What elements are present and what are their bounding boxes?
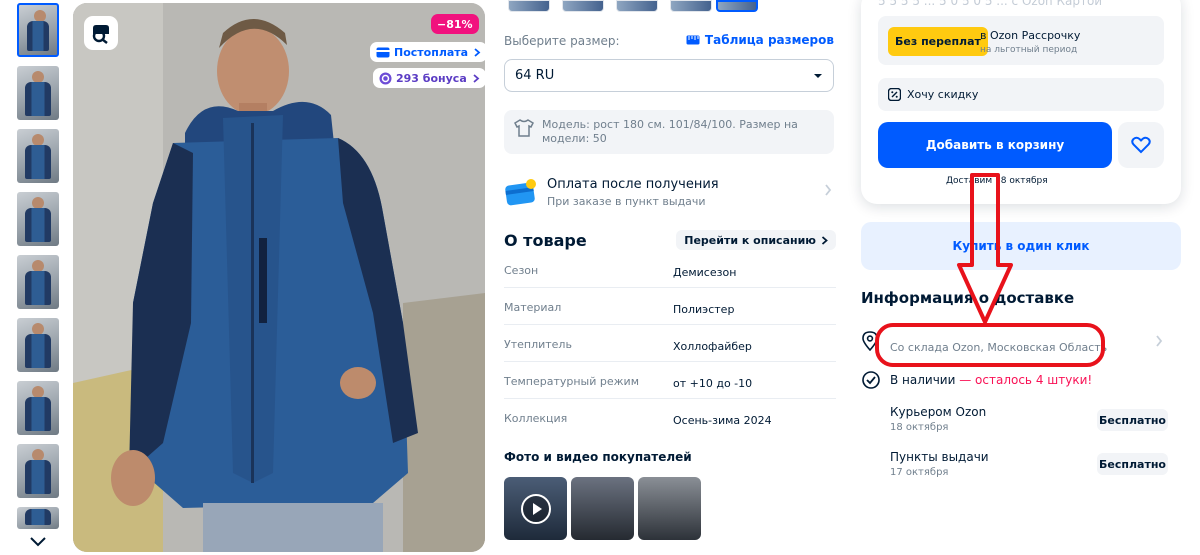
go-to-description-link[interactable]: Перейти к описанию [676,230,836,250]
check-circle-icon [862,371,880,389]
color-variant[interactable] [508,0,550,12]
thumbnail[interactable] [17,381,59,435]
color-variant[interactable] [562,0,604,12]
stock-remaining: — осталось 4 штуки! [955,373,1093,387]
model-info: Модель: рост 180 см. 101/84/100. Размер … [504,110,834,154]
delivery-option-name: Курьером Ozon [890,405,987,419]
chevron-right-icon [474,47,481,57]
size-select-value: 64 RU [515,68,555,83]
chevron-right-icon [821,235,828,245]
customer-photo[interactable] [571,477,634,540]
delivery-price-badge: Бесплатно [1097,409,1168,431]
thumbnail-strip [15,0,61,555]
annotation-ellipse [875,323,1105,367]
delivery-option-date: 18 октября [890,422,949,433]
customer-photo[interactable] [638,477,701,540]
characteristic-row: Утеплитель Холлофайбер [504,332,836,362]
ozon-card-price-text: 5 5 5 5 ... 5 0 5 0 5 ... с Ozon Картой [878,0,1103,8]
product-details-column: Выберите размер: Таблица размеров 64 RU … [504,0,836,555]
size-select[interactable]: 64 RU [504,59,834,92]
customer-media-title: Фото и видео покупателей [504,450,692,464]
thumbnail[interactable] [17,507,59,529]
delivery-option-date: 17 октября [890,467,949,478]
thumbnail[interactable] [17,255,59,309]
pay-after-receipt-row[interactable]: Оплата после получения При заказе в пунк… [504,172,834,212]
stock-status: В наличии — осталось 4 штуки! [890,373,1093,387]
ruler-icon [686,35,700,45]
search-by-photo-button[interactable] [84,16,118,50]
caret-down-icon [814,73,822,78]
installment-subtitle: на льготный период [980,45,1078,55]
heart-icon [1131,136,1151,154]
about-title: О товаре [504,231,587,250]
add-to-cart-button[interactable]: Добавить в корзину [878,122,1112,168]
delivery-option-name: Пункты выдачи [890,450,989,464]
pay-after-subtitle: При заказе в пункт выдачи [547,194,706,208]
bonus-coin-icon [379,72,392,84]
chevron-right-icon[interactable] [1155,335,1163,347]
pay-after-title: Оплата после получения [547,176,719,192]
characteristic-row: Материал Полиэстер [504,295,836,325]
color-variant-selected[interactable] [716,0,758,12]
customer-video[interactable] [504,477,567,540]
installment-title: в Ozon Рассрочку [980,29,1081,42]
chevron-right-icon [825,184,832,196]
add-to-favorites-button[interactable] [1118,122,1164,168]
thumbnail[interactable] [17,318,59,372]
characteristic-row: Сезон Демисезон [504,258,836,288]
size-table-link[interactable]: Таблица размеров [686,33,834,47]
characteristic-row: Коллекция Осень-зима 2024 [504,412,772,427]
thumbnail[interactable] [17,192,59,246]
want-discount-button[interactable]: Хочу скидку [878,78,1164,111]
discount-tag-icon [888,88,901,101]
play-icon [521,494,551,524]
color-variant[interactable] [616,0,658,12]
characteristic-row: Температурный режим от +10 до -10 [504,369,836,399]
buy-one-click-button[interactable]: Купить в один клик [861,222,1181,270]
bonus-badge[interactable]: 293 бонуса [373,68,486,88]
wallet-card-icon [504,176,538,208]
color-variant[interactable] [670,0,712,12]
size-label: Выберите размер: [504,34,620,48]
no-overpay-badge: Без переплат [888,27,988,56]
card-icon [376,47,390,57]
chevron-down-icon[interactable] [28,535,48,549]
thumbnail[interactable] [17,3,59,57]
chevron-right-icon [473,73,480,83]
delivery-price-badge: Бесплатно [1097,453,1168,475]
annotation-arrow [957,173,1013,324]
thumbnail[interactable] [17,66,59,120]
thumbnail[interactable] [17,444,59,498]
thumbnail[interactable] [17,129,59,183]
postpay-badge[interactable]: Постоплата [370,42,488,62]
photo-search-icon [92,25,109,44]
tshirt-icon [514,119,534,137]
discount-badge: −81% [431,14,479,34]
